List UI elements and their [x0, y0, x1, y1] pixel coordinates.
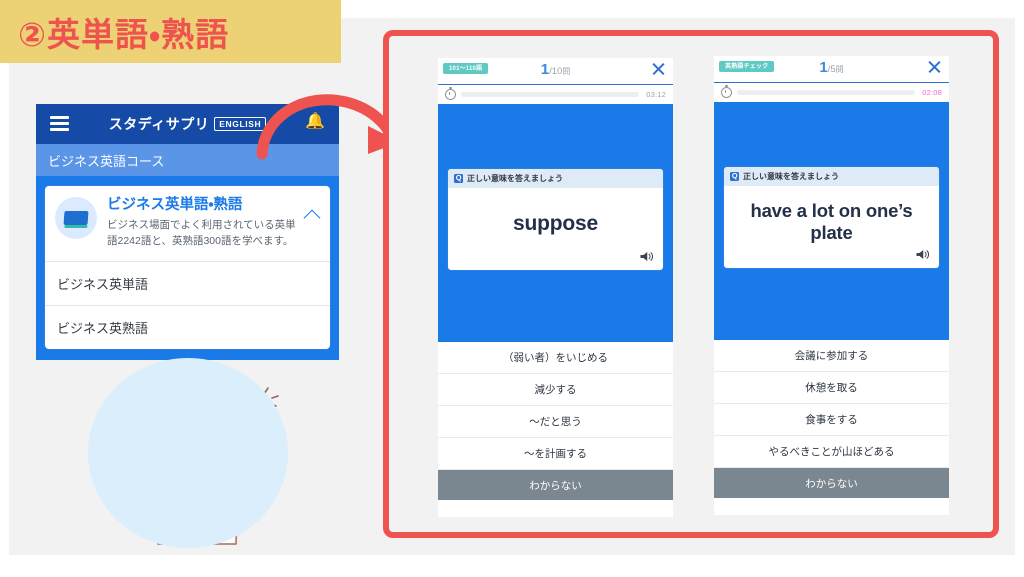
screen1-topbar: 101〜110語 1/10問: [438, 58, 673, 85]
screen1-counter-unit: 問: [562, 67, 571, 76]
woman-pointing-illustration: [88, 358, 288, 554]
screen1-option-2[interactable]: 減少する: [438, 374, 673, 406]
question-icon: [454, 173, 463, 183]
screen2-dont-know-button[interactable]: わからない: [714, 468, 949, 498]
screen1-question-counter: 1/10問: [438, 62, 673, 77]
screen1-timer-row: 03:12: [438, 85, 673, 104]
screen2-word: have a lot on one’s plate: [750, 199, 913, 243]
screen2-counter-total: /5: [827, 64, 836, 75]
screen2-option-1[interactable]: 会議に参加する: [714, 340, 949, 372]
close-icon[interactable]: [651, 62, 665, 76]
screen2-counter-current: 1: [819, 59, 828, 76]
screen1-question-card: 正しい意味を答えましょう suppose: [447, 168, 664, 271]
screen1-option-3[interactable]: 〜だと思う: [438, 406, 673, 438]
screen2-options: 会議に参加する 休憩を取る 食事をする やるべきことが山ほどある わからない: [714, 340, 949, 498]
screen2-prompt-label: 正しい意味を答えましょう: [743, 172, 839, 181]
screen1-word-body: suppose: [448, 188, 663, 270]
screen-vocab: 101〜110語 1/10問 03:12 正しい意味を答えましょう suppos…: [438, 58, 673, 517]
screen1-options: （弱い者）をいじめる 減少する 〜だと思う 〜を計画する わからない: [438, 342, 673, 500]
course-card-description: ビジネス場面でよく利用されている英単語2242語と、英熟語300語を学べます。: [107, 219, 296, 247]
screen2-timer-value: 02:08: [922, 88, 942, 97]
screen-idiom: 英熟語チェック 1/5問 02:08 正しい意味を答えましょう have a l…: [714, 56, 949, 515]
stopwatch-icon: [445, 86, 456, 100]
screen2-word-body: have a lot on one’s plate: [724, 186, 939, 268]
close-icon[interactable]: [927, 60, 941, 74]
screen1-dont-know-button[interactable]: わからない: [438, 470, 673, 500]
screen1-option-1[interactable]: （弱い者）をいじめる: [438, 342, 673, 374]
chevron-up-icon[interactable]: [303, 209, 321, 227]
question-icon: [730, 171, 739, 181]
screen2-prompt: 正しい意味を答えましょう: [724, 167, 939, 186]
screen1-counter-total: /10: [549, 66, 563, 77]
title-band: ②英単語・熟語: [0, 0, 341, 63]
screen1-prompt-label: 正しい意味を答えましょう: [467, 174, 563, 183]
screen2-option-4[interactable]: やるべきことが山ほどある: [714, 436, 949, 468]
screen2-timer-track: [737, 90, 916, 95]
screen1-counter-current: 1: [540, 61, 550, 78]
course-body: ビジネス英単語・熟語 ビジネス場面でよく利用されている英単語2242語と、英熟語…: [36, 176, 339, 360]
course-row-idioms[interactable]: ビジネス英熟語: [45, 304, 330, 349]
screen1-word: suppose: [513, 212, 598, 236]
course-card-header: ビジネス英単語・熟語 ビジネス場面でよく利用されている英単語2242語と、英熟語…: [45, 186, 330, 261]
illustration-disc: [88, 358, 288, 548]
screen2-question-counter: 1/5問: [714, 60, 949, 75]
screen1-timer-track: [461, 92, 640, 97]
screen2-topbar: 英熟語チェック 1/5問: [714, 56, 949, 83]
course-card-title: ビジネス英単語・熟語: [107, 197, 243, 213]
screen1-timer-value: 03:12: [646, 90, 666, 99]
screen2-counter-unit: 問: [835, 65, 844, 74]
slide-canvas: ②英単語・熟語 スタディサプリ ENGLISH 🔔 ビジネス英語コース ビジネス英…: [0, 0, 1024, 577]
screen2-question-card: 正しい意味を答えましょう have a lot on one’s plate: [723, 166, 940, 269]
screen1-prompt: 正しい意味を答えましょう: [448, 169, 663, 188]
stopwatch-icon: [721, 84, 732, 98]
screen1-question-area: 正しい意味を答えましょう suppose: [438, 104, 673, 342]
brand-label: スタディサプリ: [108, 116, 210, 132]
course-row-vocabulary[interactable]: ビジネス英単語: [45, 260, 330, 305]
speaker-icon[interactable]: [639, 250, 654, 263]
screen1-option-4[interactable]: 〜を計画する: [438, 438, 673, 470]
screen2-timer-row: 02:08: [714, 83, 949, 102]
speaker-icon[interactable]: [915, 248, 930, 261]
screen2-option-3[interactable]: 食事をする: [714, 404, 949, 436]
screen2-option-2[interactable]: 休憩を取る: [714, 372, 949, 404]
course-card[interactable]: ビジネス英単語・熟語 ビジネス場面でよく利用されている英単語2242語と、英熟語…: [44, 185, 331, 350]
screen2-question-area: 正しい意味を答えましょう have a lot on one’s plate: [714, 102, 949, 340]
page-title: ②英単語・熟語: [18, 15, 230, 54]
book-icon: [55, 197, 97, 239]
